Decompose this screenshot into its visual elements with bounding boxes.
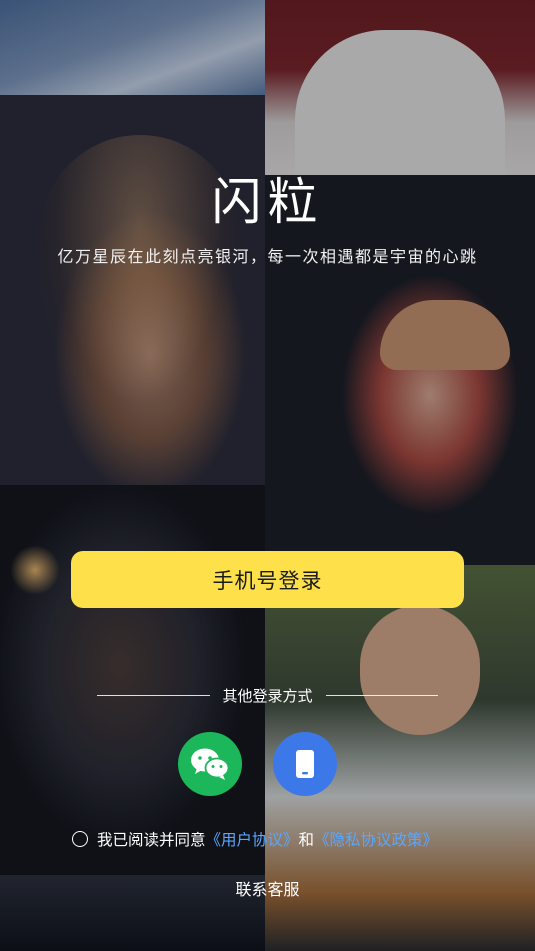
contact-support-link[interactable]: 联系客服	[0, 876, 535, 900]
phone-login-button[interactable]: 手机号登录	[71, 551, 464, 608]
other-login-divider: 其他登录方式	[97, 684, 439, 706]
phone-login-icon-button[interactable]	[273, 732, 337, 796]
agreement-prefix: 我已阅读并同意	[97, 831, 206, 849]
privacy-policy-link[interactable]: 《隐私协议政策》	[314, 828, 438, 850]
agreement-row: 我已阅读并同意 《用户协议》 和 《隐私协议政策》	[72, 827, 438, 851]
app-slogan: 亿万星辰在此刻点亮银河，每一次相遇都是宇宙的心跳	[57, 247, 478, 266]
divider-line	[97, 694, 210, 696]
wechat-icon	[191, 748, 230, 780]
app-title: 闪粒	[211, 173, 324, 231]
background-overlay	[0, 0, 535, 951]
wechat-login-button[interactable]	[178, 732, 242, 796]
background-photo-collage	[0, 0, 535, 951]
user-agreement-link[interactable]: 《用户协议》	[206, 828, 299, 850]
agreement-conjunction: 和	[298, 831, 315, 849]
other-login-label: 其他登录方式	[222, 686, 313, 705]
phone-icon	[296, 750, 314, 778]
divider-line	[325, 694, 439, 696]
agreement-checkbox[interactable]	[72, 831, 88, 847]
